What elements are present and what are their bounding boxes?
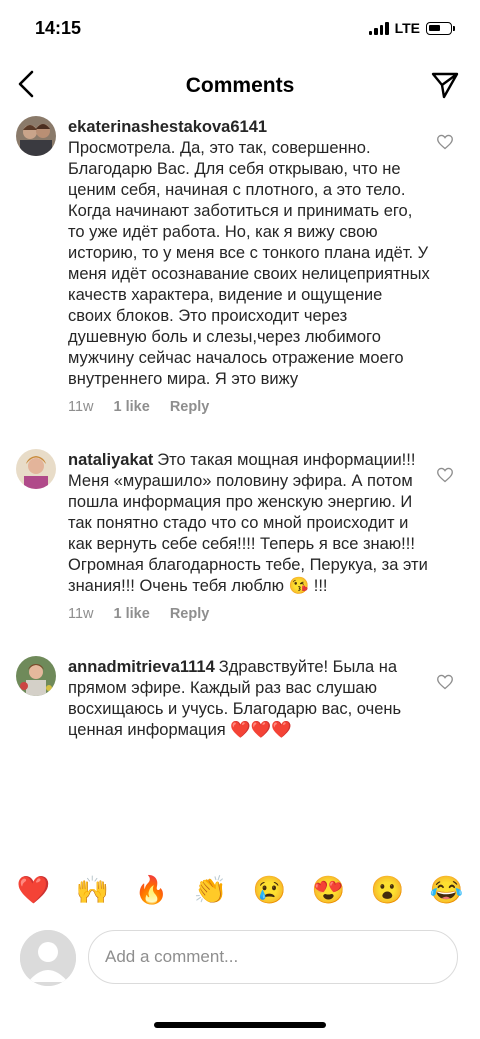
comment-meta: 11w 1 like Reply	[68, 399, 430, 415]
fire-emoji-button[interactable]: 🔥	[135, 876, 169, 904]
heart-icon[interactable]	[436, 467, 454, 483]
comment-text: ekaterinashestakova6141 Просмотрела. Да,…	[68, 114, 430, 390]
heart-icon[interactable]	[436, 674, 454, 690]
page-title: Comments	[185, 74, 295, 97]
laughing-emoji-button[interactable]: 😂	[430, 876, 464, 904]
comment-item: annadmitrieva1114 Здравствуйте! Была на п…	[0, 654, 480, 741]
crying-emoji-button[interactable]: 😢	[253, 876, 287, 904]
header: Comments	[0, 56, 480, 114]
clap-emoji-button[interactable]: 👏	[194, 876, 228, 904]
signal-icon	[368, 21, 389, 35]
comment-item: ekaterinashestakova6141 Просмотрела. Да,…	[0, 114, 480, 415]
status-indicators: LTE	[368, 20, 455, 36]
emoji-reaction-bar: ❤️ 🙌 🔥 👏 😢 😍 😮 😂	[0, 866, 480, 914]
comment-composer	[0, 926, 480, 990]
comment-username[interactable]: nataliyakat	[68, 451, 153, 469]
comment-username[interactable]: ekaterinashestakova6141	[68, 118, 267, 136]
status-bar: 14:15 LTE	[0, 0, 480, 56]
comment-username[interactable]: annadmitrieva1114	[68, 658, 215, 676]
avatar[interactable]	[16, 116, 56, 156]
comment-input[interactable]	[88, 930, 458, 984]
avatar[interactable]	[16, 656, 56, 696]
comment-time: 11w	[68, 399, 94, 415]
comments-list[interactable]: ekaterinashestakova6141 Просмотрела. Да,…	[0, 114, 480, 854]
comment-time: 11w	[68, 606, 94, 622]
home-indicator	[154, 1022, 326, 1028]
comment-body: Это такая мощная информации!!! Меня «мур…	[68, 451, 428, 595]
network-label: LTE	[394, 20, 420, 36]
comment-likes[interactable]: 1 like	[114, 399, 150, 415]
reply-button[interactable]: Reply	[170, 399, 210, 415]
heart-eyes-emoji-button[interactable]: 😍	[312, 876, 346, 904]
heart-emoji-button[interactable]: ❤️	[17, 876, 51, 904]
avatar[interactable]	[16, 449, 56, 489]
raised-hands-emoji-button[interactable]: 🙌	[76, 876, 110, 904]
reply-button[interactable]: Reply	[170, 606, 210, 622]
surprised-emoji-button[interactable]: 😮	[371, 876, 405, 904]
comment-likes[interactable]: 1 like	[114, 606, 150, 622]
battery-icon	[426, 21, 455, 35]
comment-item: nataliyakat Это такая мощная информации!!…	[0, 447, 480, 622]
comment-text: nataliyakat Это такая мощная информации!!…	[68, 447, 430, 597]
user-avatar	[20, 930, 76, 986]
comment-meta: 11w 1 like Reply	[68, 606, 430, 622]
paper-plane-icon[interactable]	[430, 70, 460, 100]
comment-text: annadmitrieva1114 Здравствуйте! Была на п…	[68, 654, 430, 741]
heart-icon[interactable]	[436, 134, 454, 150]
status-time: 14:15	[35, 18, 82, 38]
comment-body: Просмотрела. Да, это так, совершенно. Бл…	[68, 139, 430, 388]
